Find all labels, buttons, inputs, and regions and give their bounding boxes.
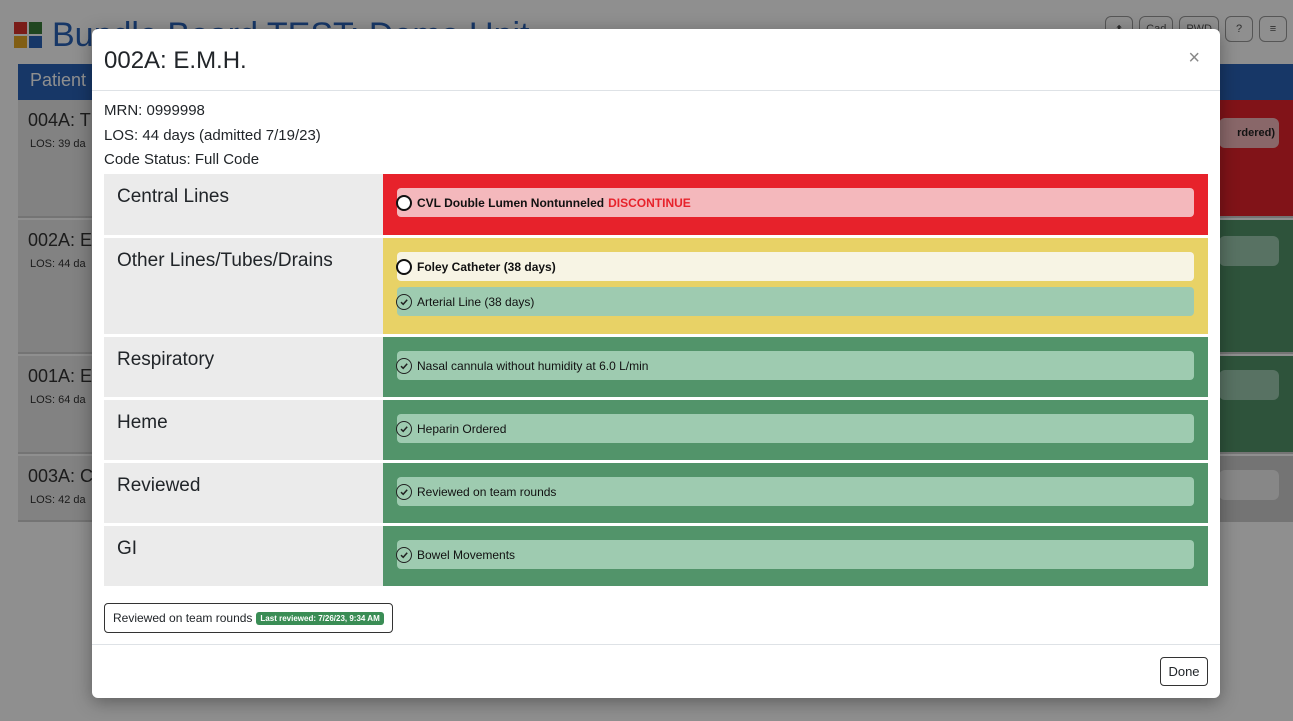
- los-text: LOS: 44 days (admitted 7/19/23): [104, 126, 321, 144]
- item-text: Foley Catheter (38 days): [417, 259, 556, 274]
- review-label: Reviewed on team rounds: [113, 611, 253, 625]
- discontinue-link[interactable]: DISCONTINUE: [608, 196, 691, 210]
- category-row-other-lines: Other Lines/Tubes/Drains Foley Catheter …: [104, 238, 1208, 334]
- category-content: Reviewed on team rounds: [383, 463, 1208, 523]
- category-content: Foley Catheter (38 days) Arterial Line (…: [383, 238, 1208, 334]
- bundle-item[interactable]: Nasal cannula without humidity at 6.0 L/…: [396, 351, 1194, 380]
- reviewed-on-rounds-button[interactable]: Reviewed on team rounds Last reviewed: 7…: [104, 603, 393, 633]
- category-label: GI: [104, 526, 383, 586]
- category-row-heme: Heme Heparin Ordered: [104, 400, 1208, 460]
- check-circle-icon[interactable]: [396, 483, 412, 500]
- bundle-item[interactable]: Reviewed on team rounds: [396, 477, 1194, 506]
- item-text: Bowel Movements: [417, 547, 516, 562]
- unchecked-circle-icon[interactable]: [396, 258, 412, 275]
- category-label: Central Lines: [104, 174, 383, 235]
- bundle-item[interactable]: Bowel Movements: [396, 540, 1194, 569]
- category-label: Reviewed: [104, 463, 383, 523]
- check-circle-icon[interactable]: [396, 546, 412, 563]
- item-text: Heparin Ordered: [417, 421, 507, 436]
- modal-footer: Done: [92, 644, 1220, 698]
- category-row-central-lines: Central Lines CVL Double Lumen Nontunnel…: [104, 174, 1208, 235]
- category-content: Heparin Ordered: [383, 400, 1208, 460]
- unchecked-circle-icon[interactable]: [396, 194, 412, 211]
- modal-header: 002A: E.M.H. ×: [92, 29, 1220, 91]
- category-row-respiratory: Respiratory Nasal cannula without humidi…: [104, 337, 1208, 397]
- item-text: CVL Double Lumen Nontunneled: [417, 195, 605, 210]
- item-text: Nasal cannula without humidity at 6.0 L/…: [417, 358, 649, 373]
- done-button[interactable]: Done: [1160, 657, 1208, 686]
- modal-title: 002A: E.M.H.: [104, 47, 247, 74]
- category-label: Other Lines/Tubes/Drains: [104, 238, 383, 334]
- patient-detail-modal: 002A: E.M.H. × MRN: 0999998 LOS: 44 days…: [92, 29, 1220, 698]
- bundle-item[interactable]: Arterial Line (38 days): [396, 287, 1194, 316]
- category-row-gi: GI Bowel Movements: [104, 526, 1208, 586]
- category-content: Nasal cannula without humidity at 6.0 L/…: [383, 337, 1208, 397]
- code-status-text: Code Status: Full Code: [104, 151, 260, 168]
- close-icon[interactable]: ×: [1188, 47, 1200, 69]
- item-text: Arterial Line (38 days): [417, 294, 535, 309]
- bundle-item[interactable]: CVL Double Lumen Nontunneled DISCONTINUE: [396, 188, 1194, 217]
- check-circle-icon[interactable]: [396, 357, 412, 374]
- last-reviewed-badge: Last reviewed: 7/26/23, 9:34 AM: [256, 611, 384, 625]
- bundle-item[interactable]: Foley Catheter (38 days): [396, 252, 1194, 281]
- category-content: Bowel Movements: [383, 526, 1208, 586]
- check-circle-icon[interactable]: [396, 420, 412, 437]
- check-circle-icon[interactable]: [396, 293, 412, 310]
- category-row-reviewed: Reviewed Reviewed on team rounds: [104, 463, 1208, 523]
- bundle-categories: Central Lines CVL Double Lumen Nontunnel…: [104, 174, 1208, 589]
- bundle-item[interactable]: Heparin Ordered: [396, 414, 1194, 443]
- category-label: Heme: [104, 400, 383, 460]
- category-content: CVL Double Lumen Nontunneled DISCONTINUE: [383, 174, 1208, 235]
- item-text: Reviewed on team rounds: [417, 484, 557, 499]
- category-label: Respiratory: [104, 337, 383, 397]
- patient-meta: MRN: 0999998 LOS: 44 days (admitted 7/19…: [104, 99, 321, 173]
- mrn-text: MRN: 0999998: [104, 102, 205, 119]
